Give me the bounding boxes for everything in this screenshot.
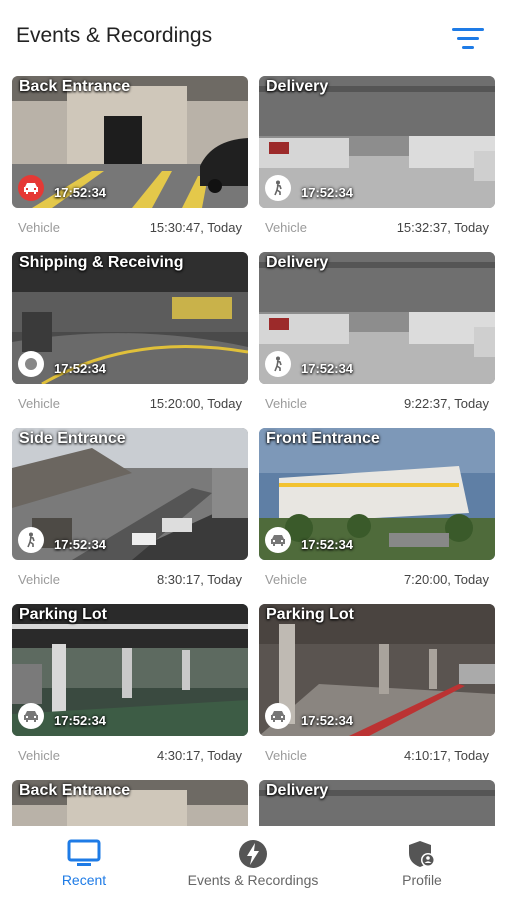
person-icon (18, 527, 44, 553)
shield-user-icon (407, 839, 437, 874)
event-card-back-entrance[interactable]: Back Entrance 17:52:34 (12, 76, 248, 208)
event-timestamp: 4:30:17, Today (156, 748, 242, 763)
record-icon (18, 351, 44, 377)
event-timestamp: 9:22:37, Today (403, 396, 489, 411)
card-title: Parking Lot (19, 606, 108, 623)
card-title: Delivery (266, 782, 329, 799)
car-icon (265, 527, 291, 553)
card-title: Front Entrance (266, 430, 380, 447)
event-type: Vehicle (18, 220, 60, 235)
car-icon (265, 703, 291, 729)
person-icon (265, 175, 291, 201)
event-card-parking-lot[interactable]: Parking Lot 17:52:34 (12, 604, 248, 736)
event-type: Vehicle (18, 572, 60, 587)
event-timestamp: 7:20:00, Today (403, 572, 489, 587)
car-icon (18, 703, 44, 729)
event-card-front-entrance[interactable]: Front Entrance 17:52:34 (259, 428, 495, 560)
bottom-navigation: Recent Events & Recordings Profile (0, 826, 506, 900)
app-header: Events & Recordings (0, 0, 506, 72)
lightning-icon (238, 839, 268, 874)
event-card-delivery[interactable]: Delivery 17:52:34 (259, 252, 495, 384)
page-title: Events & Recordings (16, 24, 213, 47)
event-card-delivery[interactable]: Delivery (259, 780, 495, 826)
event-timestamp: 15:32:37, Today (396, 220, 489, 235)
badge-time: 17:52:34 (54, 361, 107, 376)
event-card-side-entrance[interactable]: Side Entrance 17:52:34 (12, 428, 248, 560)
event-card-delivery[interactable]: Delivery 17:52:34 (259, 76, 495, 208)
filter-icon[interactable] (448, 24, 488, 56)
event-type: Vehicle (18, 748, 60, 763)
badge-time: 17:52:34 (301, 361, 354, 376)
card-title: Back Entrance (19, 78, 131, 95)
event-timestamp: 15:30:47, Today (149, 220, 242, 235)
badge-time: 17:52:34 (54, 537, 107, 552)
card-title: Delivery (266, 78, 329, 95)
card-title: Back Entrance (19, 782, 131, 799)
event-type: Vehicle (265, 220, 307, 235)
badge-time: 17:52:34 (54, 185, 107, 200)
person-icon (265, 351, 291, 377)
car-icon (18, 175, 44, 201)
card-title: Parking Lot (266, 606, 355, 623)
badge-time: 17:52:34 (54, 713, 107, 728)
nav-label: Profile (402, 872, 442, 888)
event-type: Vehicle (265, 748, 307, 763)
events-grid: Back Entrance 17:52:34 Vehicle 15:30:47,… (0, 76, 506, 826)
card-title: Shipping & Receiving (19, 254, 184, 271)
nav-item-recent[interactable]: Recent (0, 836, 168, 896)
event-timestamp: 8:30:17, Today (156, 572, 242, 587)
event-type: Vehicle (265, 572, 307, 587)
event-card-parking-lot[interactable]: Parking Lot 17:52:34 (259, 604, 495, 736)
nav-item-profile[interactable]: Profile (338, 836, 506, 896)
monitor-icon (67, 839, 101, 872)
event-type: Vehicle (18, 396, 60, 411)
card-title: Side Entrance (19, 430, 126, 447)
card-title: Delivery (266, 254, 329, 271)
event-type: Vehicle (265, 396, 307, 411)
badge-time: 17:52:34 (301, 713, 354, 728)
event-timestamp: 15:20:00, Today (149, 396, 242, 411)
nav-label: Recent (61, 872, 107, 888)
badge-time: 17:52:34 (301, 537, 354, 552)
nav-label: Events & Recordings (187, 872, 319, 888)
badge-time: 17:52:34 (301, 185, 354, 200)
event-timestamp: 4:10:17, Today (403, 748, 489, 763)
event-card-back-entrance[interactable]: Back Entrance (12, 780, 248, 826)
nav-item-events-recordings[interactable]: Events & Recordings (169, 836, 337, 896)
event-card-shipping-receiving[interactable]: Shipping & Receiving 17:52:34 (12, 252, 248, 384)
